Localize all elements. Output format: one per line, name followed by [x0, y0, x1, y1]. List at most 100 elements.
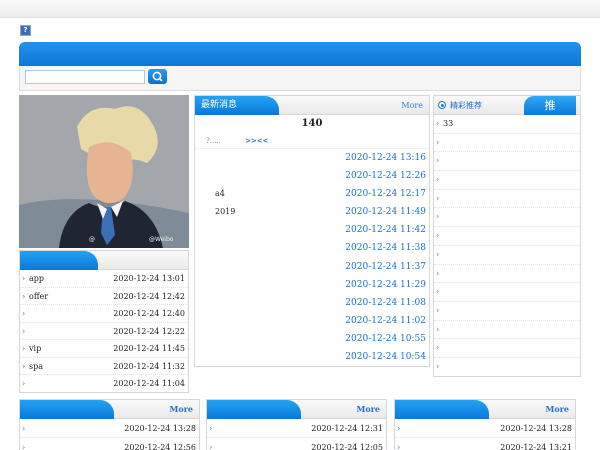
news-photo[interactable]: @ @Weibo: [19, 95, 189, 248]
row-label[interactable]: 33: [443, 119, 453, 128]
bullet-arrow-icon: ›: [436, 249, 440, 259]
bottom-list-row[interactable]: › 2020-12-24 13:21: [395, 438, 575, 450]
watermark-left: @: [89, 236, 95, 243]
row-date: 2020-12-24 13:28: [500, 424, 572, 433]
row-date: 2020-12-24 12:26: [345, 171, 426, 182]
featured-row[interactable]: ›: [434, 152, 580, 172]
bottom-panel-1-more-link[interactable]: More: [170, 400, 194, 419]
bottom-panel-1-header: More: [20, 400, 199, 419]
row-date: 2020-12-24 11:45: [113, 344, 185, 353]
news-row[interactable]: 2020-12-24 11:08: [195, 294, 429, 312]
featured-row[interactable]: ›: [434, 265, 580, 284]
person-illustration: [19, 95, 189, 248]
row-label[interactable]: a4: [215, 185, 225, 203]
news-row[interactable]: 2020-12-24 11:42: [195, 221, 429, 239]
bullet-arrow-icon: ›: [436, 212, 440, 222]
search-button[interactable]: [148, 69, 167, 84]
bullet-arrow-icon: ›: [436, 156, 440, 166]
news-row[interactable]: 2020-12-24 13:16: [195, 149, 429, 167]
row-label[interactable]: spa: [29, 362, 43, 371]
news-row[interactable]: 2020-12-24 10:54: [195, 348, 429, 366]
featured-row[interactable]: ›: [434, 283, 580, 302]
bottom-panel-2-more-link[interactable]: More: [357, 400, 381, 419]
bullet-arrow-icon: ›: [22, 379, 26, 388]
row-label[interactable]: offer: [29, 292, 48, 301]
row-date: 2020-12-24 12:42: [113, 291, 185, 301]
search-input[interactable]: [25, 70, 145, 84]
bullet-arrow-icon: ›: [436, 231, 440, 241]
featured-title: 精彩推荐: [450, 101, 482, 110]
news-header: 最新消息 More: [195, 96, 429, 115]
bottom-panel-3-more-link[interactable]: More: [546, 400, 570, 419]
bullet-arrow-icon: ›: [436, 119, 440, 128]
news-panel: 最新消息 More 140 ?..... >><< 2020-12-24 13:…: [194, 95, 430, 367]
news-row[interactable]: 2020-12-24 11:02: [195, 312, 429, 330]
featured-row[interactable]: ›: [434, 339, 580, 358]
bottom-panel-1-tab[interactable]: [20, 400, 114, 419]
news-tab[interactable]: 最新消息: [195, 96, 279, 115]
left-list-row[interactable]: › vip 2020-12-24 11:45: [20, 340, 188, 358]
left-list-tab[interactable]: [20, 251, 98, 270]
bullet-arrow-icon: ›: [397, 424, 401, 433]
bottom-panel-3: More › 2020-12-24 13:28 › 2020-12-24 13:21: [394, 399, 576, 450]
featured-panel: 精彩推荐 推 › 33 › › › › › › › › › › › › ›: [433, 95, 581, 377]
bottom-list-row[interactable]: › 2020-12-24 13:28: [395, 419, 575, 438]
featured-row[interactable]: ›: [434, 302, 580, 321]
featured-row[interactable]: ›: [434, 171, 580, 190]
featured-row[interactable]: ›: [434, 227, 580, 246]
row-label[interactable]: vip: [29, 344, 41, 353]
pager-nav-link[interactable]: >><<: [245, 133, 268, 149]
row-date: 2020-12-24 11:08: [345, 297, 426, 308]
bottom-panel-1: More › 2020-12-24 13:28 › 2020-12-24 12:56: [19, 399, 200, 450]
news-row[interactable]: 2020-12-24 10:55: [195, 330, 429, 348]
featured-row[interactable]: ›: [434, 358, 580, 376]
search-icon: [152, 71, 163, 82]
bullet-arrow-icon: ›: [22, 309, 26, 318]
news-row[interactable]: a4 2020-12-24 12:17: [195, 185, 429, 203]
bullet-arrow-icon: ›: [397, 443, 401, 450]
featured-row[interactable]: ›: [434, 208, 580, 228]
news-row[interactable]: 2020-12-24 12:26: [195, 167, 429, 185]
news-more-link[interactable]: More: [401, 96, 423, 115]
news-row[interactable]: 2020-12-24 11:37: [195, 258, 429, 276]
left-list-row[interactable]: › 2020-12-24 11:04: [20, 375, 188, 392]
bottom-panel-3-tab[interactable]: [395, 400, 489, 419]
row-label[interactable]: app: [29, 274, 44, 283]
bullet-arrow-icon: ›: [22, 443, 26, 450]
featured-row[interactable]: ›: [434, 321, 580, 340]
bottom-panel-2-tab[interactable]: [207, 400, 301, 419]
row-date: 2020-12-24 11:38: [345, 243, 426, 254]
left-list-row[interactable]: › 2020-12-24 12:40: [20, 305, 188, 323]
featured-row[interactable]: ›: [434, 190, 580, 209]
bullet-arrow-icon: ›: [436, 343, 440, 353]
bottom-list-row[interactable]: › 2020-12-24 12:05: [207, 438, 386, 450]
news-row[interactable]: 2020-12-24 11:29: [195, 276, 429, 294]
featured-row[interactable]: › 33: [434, 115, 580, 134]
featured-row[interactable]: ›: [434, 246, 580, 265]
bullet-arrow-icon: ›: [436, 137, 440, 147]
row-date: 2020-12-24 13:16: [345, 153, 426, 163]
left-list-row[interactable]: › spa 2020-12-24 11:32: [20, 358, 188, 375]
row-date: 2020-12-24 12:22: [113, 326, 185, 336]
bullet-arrow-icon: ›: [209, 443, 213, 450]
bottom-list-row[interactable]: › 2020-12-24 12:31: [207, 419, 386, 438]
row-date: 2020-12-24 11:04: [113, 379, 185, 388]
news-pager: ?..... >><<: [195, 133, 429, 149]
left-list-row[interactable]: › app 2020-12-24 13:01: [20, 270, 188, 288]
pager-text: ?.....: [206, 137, 221, 145]
bullet-arrow-icon: ›: [436, 305, 440, 315]
row-date: 2020-12-24 13:28: [124, 424, 196, 433]
left-list-row[interactable]: › 2020-12-24 12:22: [20, 323, 188, 340]
news-row[interactable]: 2019 2020-12-24 11:49: [195, 203, 429, 221]
bullet-arrow-icon: ›: [22, 326, 26, 336]
news-count: 140: [301, 118, 323, 129]
news-row[interactable]: 2020-12-24 11:38: [195, 239, 429, 257]
featured-header: 精彩推荐 推: [434, 96, 580, 115]
bottom-list-row[interactable]: › 2020-12-24 13:28: [20, 419, 199, 438]
row-date: 2020-12-24 12:31: [311, 424, 383, 433]
featured-row[interactable]: ›: [434, 134, 580, 153]
left-list-row[interactable]: › offer 2020-12-24 12:42: [20, 288, 188, 305]
bottom-list-row[interactable]: › 2020-12-24 12:56: [20, 438, 199, 450]
row-label[interactable]: 2019: [215, 203, 235, 221]
help-icon[interactable]: ?: [20, 25, 31, 36]
